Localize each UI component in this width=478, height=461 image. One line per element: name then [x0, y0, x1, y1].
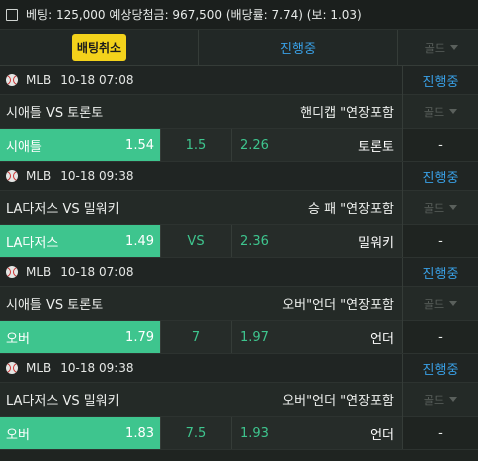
away-odds: 1.93	[240, 425, 269, 441]
odds-row: 오버 1.79 7 1.97 언더 -	[0, 321, 478, 354]
away-selection[interactable]: 1.93 언더	[232, 417, 402, 449]
home-selection[interactable]: 오버 1.79	[0, 321, 160, 353]
home-selection[interactable]: 오버 1.83	[0, 417, 160, 449]
home-name: 오버	[6, 427, 30, 443]
away-odds: 2.36	[240, 233, 269, 249]
market-row: 시애틀 VS 토론토 오버"언더 "연장포함 골드	[0, 286, 478, 321]
game-status: 진행중	[402, 65, 478, 95]
extra-value: -	[402, 129, 478, 161]
bet-summary-bar: 베팅: 125,000 예상당첨금: 967,500 (배당률: 7.74) (…	[0, 0, 478, 30]
market-type: 승 패 "연장포함	[307, 202, 394, 217]
away-name: 언더	[370, 427, 394, 443]
match-name: LA다저스 VS 밀워키	[6, 202, 120, 217]
gold-label: 골드	[424, 41, 445, 55]
bet-summary-text: 베팅: 125,000 예상당첨금: 967,500 (배당률: 7.74) (…	[26, 8, 362, 22]
market-row: LA다저스 VS 밀워키 오버"언더 "연장포함 골드	[0, 382, 478, 417]
gold-label: 골드	[423, 105, 445, 119]
home-selection[interactable]: LA다저스 1.49	[0, 225, 160, 257]
gold-dropdown[interactable]: 골드	[398, 30, 478, 65]
match-name: 시애틀 VS 토론토	[6, 298, 104, 313]
game-status: 진행중	[402, 353, 478, 383]
cancel-cell: 배팅취소	[0, 30, 199, 65]
away-name: 언더	[370, 331, 394, 347]
gold-label: 골드	[423, 201, 445, 215]
line-value: 7.5	[160, 417, 232, 449]
away-name: 토론토	[358, 139, 394, 155]
select-checkbox[interactable]	[6, 8, 18, 21]
league-label: MLB	[26, 73, 52, 87]
action-bar: 배팅취소 진행중 골드	[0, 30, 478, 66]
cancel-bet-button[interactable]: 배팅취소	[71, 34, 127, 61]
gold-label: 골드	[423, 297, 445, 311]
game-time: 10-18 09:38	[60, 169, 134, 183]
game-header: MLB 10-18 09:38 진행중	[0, 161, 478, 191]
game-header: MLB 10-18 09:38 진행중	[0, 353, 478, 383]
baseball-icon	[6, 74, 18, 86]
gold-dropdown[interactable]: 골드	[402, 286, 478, 321]
caret-down-icon	[449, 109, 458, 114]
gold-dropdown[interactable]: 골드	[402, 94, 478, 129]
extra-value: -	[402, 321, 478, 353]
game-header: MLB 10-18 07:08 진행중	[0, 257, 478, 287]
home-odds: 1.54	[125, 137, 154, 153]
gold-dropdown[interactable]: 골드	[402, 190, 478, 225]
away-selection[interactable]: 2.26 토론토	[232, 129, 402, 161]
market-type: 핸디캡 "연장포함	[300, 106, 394, 121]
line-value: VS	[160, 225, 232, 257]
home-odds: 1.83	[125, 425, 154, 441]
baseball-icon	[6, 266, 18, 278]
league-label: MLB	[26, 265, 52, 279]
home-name: 시애틀	[6, 139, 42, 155]
game-time: 10-18 07:08	[60, 73, 134, 87]
market-type: 오버"언더 "연장포함	[282, 298, 394, 313]
home-name: LA다저스	[6, 235, 59, 251]
home-odds: 1.49	[125, 233, 154, 249]
league-label: MLB	[26, 361, 52, 375]
home-name: 오버	[6, 331, 30, 347]
baseball-icon	[6, 170, 18, 182]
caret-down-icon	[449, 397, 458, 402]
odds-row: 오버 1.83 7.5 1.93 언더 -	[0, 417, 478, 450]
league-label: MLB	[26, 169, 52, 183]
game-header: MLB 10-18 07:08 진행중	[0, 65, 478, 95]
odds-row: 시애틀 1.54 1.5 2.26 토론토 -	[0, 129, 478, 162]
gold-label: 골드	[423, 393, 445, 407]
away-selection[interactable]: 1.97 언더	[232, 321, 402, 353]
bet-group: MLB 10-18 09:38 진행중 LA다저스 VS 밀워키 오버"언더 "…	[0, 353, 478, 450]
away-odds: 2.26	[240, 137, 269, 153]
bet-group: MLB 10-18 07:08 진행중 시애틀 VS 토론토 오버"언더 "연장…	[0, 257, 478, 354]
game-status: 진행중	[402, 257, 478, 287]
odds-row: LA다저스 1.49 VS 2.36 밀워키 -	[0, 225, 478, 258]
market-row: LA다저스 VS 밀워키 승 패 "연장포함 골드	[0, 190, 478, 225]
market-type: 오버"언더 "연장포함	[282, 394, 394, 409]
line-value: 1.5	[160, 129, 232, 161]
in-progress-status: 진행중	[199, 30, 398, 65]
caret-down-icon	[450, 45, 458, 50]
home-odds: 1.79	[125, 329, 154, 345]
match-name: LA다저스 VS 밀워키	[6, 394, 120, 409]
home-selection[interactable]: 시애틀 1.54	[0, 129, 160, 161]
baseball-icon	[6, 362, 18, 374]
extra-value: -	[402, 417, 478, 449]
extra-value: -	[402, 225, 478, 257]
away-name: 밀워키	[358, 235, 394, 251]
caret-down-icon	[449, 301, 458, 306]
gold-dropdown[interactable]: 골드	[402, 382, 478, 417]
match-name: 시애틀 VS 토론토	[6, 106, 104, 121]
bet-group: MLB 10-18 07:08 진행중 시애틀 VS 토론토 핸디캡 "연장포함…	[0, 65, 478, 162]
game-time: 10-18 07:08	[60, 265, 134, 279]
line-value: 7	[160, 321, 232, 353]
caret-down-icon	[449, 205, 458, 210]
away-selection[interactable]: 2.36 밀워키	[232, 225, 402, 257]
bet-group: MLB 10-18 09:38 진행중 LA다저스 VS 밀워키 승 패 "연장…	[0, 161, 478, 258]
game-time: 10-18 09:38	[60, 361, 134, 375]
away-odds: 1.97	[240, 329, 269, 345]
game-status: 진행중	[402, 161, 478, 191]
market-row: 시애틀 VS 토론토 핸디캡 "연장포함 골드	[0, 94, 478, 129]
